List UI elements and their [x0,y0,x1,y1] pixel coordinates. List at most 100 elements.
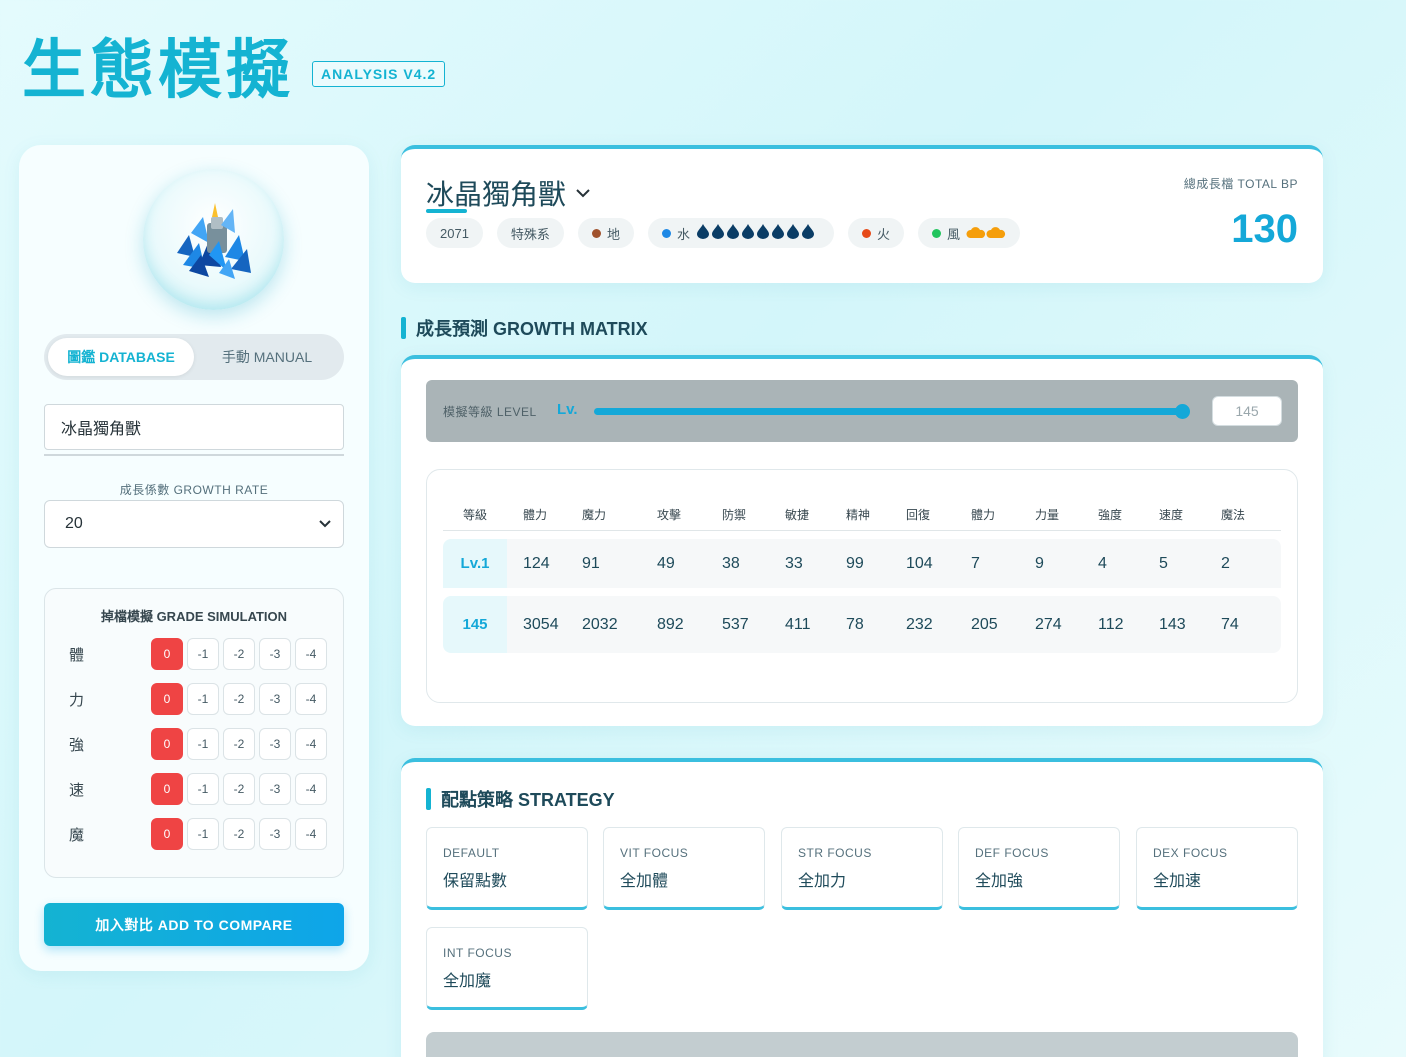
grade-option-button[interactable]: -2 [223,638,255,670]
grade-option-button[interactable]: -4 [295,683,327,715]
strategy-en-label: DEF FOCUS [975,846,1049,860]
strategy-footer-bar [426,1032,1298,1057]
grade-option-button[interactable]: -4 [295,818,327,850]
mode-toggle: 圖鑑 DATABASE 手動 MANUAL [44,334,344,380]
grade-row-label: 強 [69,736,85,754]
fire-dot-icon [861,228,871,238]
column-header: 回復 [906,499,971,531]
input-underline [44,454,344,456]
strategy-option-int[interactable]: INT FOCUS 全加魔 [426,927,588,1010]
row-level: Lv.1 [443,539,507,596]
element-tag-wind: 風 [917,218,1020,248]
strategy-zh-label: 全加魔 [443,973,492,990]
grade-option-button[interactable]: -2 [223,773,255,805]
column-header: 魔法 [1221,499,1281,531]
column-header: 體力 [971,499,1035,531]
grade-row: 魔 0 -1 -2 -3 -4 [69,817,329,851]
strategy-zh-label: 全加體 [620,873,669,890]
level-label: 模擬等級 LEVEL [443,405,537,419]
grade-option-button[interactable]: -4 [295,773,327,805]
table-cell: 4 [1098,539,1159,596]
strategy-option-default[interactable]: DEFAULT 保留點數 [426,827,588,910]
grade-option-button[interactable]: -2 [223,683,255,715]
growth-table: 等級 體力 魔力 攻擊 防禦 敏捷 精神 回復 體力 力量 強度 速度 魔法 L… [443,499,1281,653]
grade-option-button[interactable]: -3 [259,728,291,760]
strategy-en-label: VIT FOCUS [620,846,689,860]
chevron-down-icon [576,188,590,197]
level-slider[interactable] [594,404,1191,419]
table-cell: 124 [507,539,582,596]
column-header: 力量 [1035,499,1098,531]
strategy-option-def[interactable]: DEF FOCUS 全加強 [958,827,1120,910]
table-cell: 38 [722,539,785,596]
species-name-input[interactable] [44,404,344,450]
earth-dot-icon [591,228,601,238]
grade-option-button[interactable]: -2 [223,818,255,850]
grade-option-button[interactable]: -3 [259,683,291,715]
grade-option-button[interactable]: -1 [187,773,219,805]
grade-option-button[interactable]: -4 [295,638,327,670]
level-input[interactable]: 145 [1212,396,1282,426]
species-name: 冰晶獨角獸 [426,179,567,210]
grade-row-label: 魔 [69,826,85,844]
strategy-option-str[interactable]: STR FOCUS 全加力 [781,827,943,910]
species-id-tag: 2071 [426,218,483,248]
grade-option-button[interactable]: 0 [151,773,183,805]
table-cell: 74 [1221,596,1281,653]
table-row: Lv.1 124 91 49 38 33 99 104 7 9 4 5 2 [443,539,1281,596]
strategy-en-label: STR FOCUS [798,846,872,860]
column-header: 速度 [1159,499,1221,531]
tab-manual[interactable]: 手動 MANUAL [194,338,340,376]
grade-option-button[interactable]: 0 [151,683,183,715]
species-selector[interactable]: 冰晶獨角獸 [426,173,590,213]
column-header: 敏捷 [785,499,846,531]
column-header: 魔力 [582,499,657,531]
grade-option-button[interactable]: 0 [151,638,183,670]
grade-simulation-title: 掉檔模擬 GRADE SIMULATION [100,609,288,624]
grade-option-button[interactable]: -1 [187,728,219,760]
species-type-tag: 特殊系 [496,218,564,248]
table-header-row: 等級 體力 魔力 攻擊 防禦 敏捷 精神 回復 體力 力量 強度 速度 魔法 [443,499,1281,531]
strategy-card: 配點策略 STRATEGY DEFAULT 保留點數 VIT FOCUS 全加體… [401,758,1323,1057]
strategy-option-vit[interactable]: VIT FOCUS 全加體 [603,827,765,910]
grade-option-button[interactable]: -3 [259,818,291,850]
column-header: 強度 [1098,499,1159,531]
strategy-zh-label: 保留點數 [443,873,508,890]
element-tag-water: 水 [647,218,834,248]
tab-database[interactable]: 圖鑑 DATABASE [48,338,194,376]
species-type: 特殊系 [510,226,550,242]
column-header: 等級 [443,499,507,531]
grade-option-button[interactable]: -3 [259,773,291,805]
heading-accent-bar [401,317,406,339]
element-tag-fire: 火 [847,218,904,248]
table-cell: 537 [722,596,785,653]
sidebar-panel: 圖鑑 DATABASE 手動 MANUAL 成長係數 GROWTH RATE 2… [19,145,369,971]
growth-matrix-card: 模擬等級 LEVEL Lv. 145 等級 體力 魔力 攻擊 防禦 敏捷 精神 … [401,355,1323,726]
grade-option-button[interactable]: -3 [259,638,291,670]
column-header: 精神 [846,499,906,531]
strategy-title: 配點策略 STRATEGY [441,790,615,810]
row-level: 145 [443,596,507,653]
growth-rate-select[interactable]: 20 [44,500,344,548]
total-bp-value: 130 [1231,207,1298,251]
grade-option-button[interactable]: -1 [187,818,219,850]
grade-option-button[interactable]: -1 [187,683,219,715]
strategy-option-dex[interactable]: DEX FOCUS 全加速 [1136,827,1298,910]
grade-option-button[interactable]: 0 [151,818,183,850]
grade-option-button[interactable]: 0 [151,728,183,760]
growth-table-container: 等級 體力 魔力 攻擊 防禦 敏捷 精神 回復 體力 力量 強度 速度 魔法 L… [426,469,1298,703]
grade-option-button[interactable]: -2 [223,728,255,760]
level-control-bar: 模擬等級 LEVEL Lv. 145 [426,380,1298,442]
level-slider-handle[interactable] [1175,404,1191,419]
grade-option-button[interactable]: -1 [187,638,219,670]
table-cell: 205 [971,596,1035,653]
grade-option-button[interactable]: -4 [295,728,327,760]
cloud-icon [966,225,1006,242]
element-name: 水 [676,226,690,242]
element-name: 火 [876,226,890,242]
lv-prefix: Lv. [557,401,578,418]
crystal-creature-icon [176,202,251,279]
table-cell: 274 [1035,596,1098,653]
growth-matrix-title: 成長預測 GROWTH MATRIX [416,319,648,339]
add-to-compare-button[interactable]: 加入對比 ADD TO COMPARE [44,903,344,946]
